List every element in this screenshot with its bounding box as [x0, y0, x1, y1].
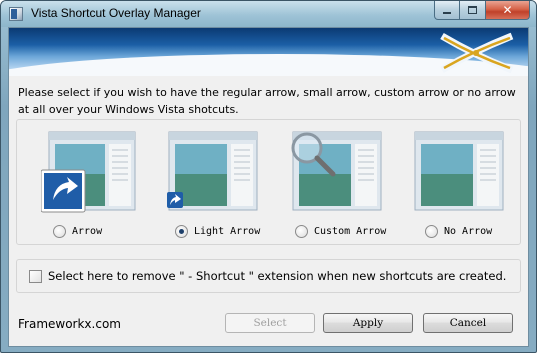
maximize-button[interactable]: [460, 1, 486, 20]
dialog-client: Please select if you wish to have the re…: [8, 27, 529, 347]
overlay-options-group: Arrow Light Arrow Custom Arrow No Arrow: [16, 119, 521, 245]
cancel-button[interactable]: Cancel: [423, 313, 513, 333]
minimize-icon: [443, 12, 451, 14]
title-bar[interactable]: Vista Shortcut Overlay Manager ✕: [1, 1, 536, 27]
option-arrow-label: Arrow: [72, 225, 103, 237]
no-arrow-preview-image: [414, 131, 504, 211]
option-custom-arrow-row: Custom Arrow: [295, 223, 415, 239]
custom-arrow-preview-image: [291, 131, 382, 211]
remove-extension-label[interactable]: Select here to remove " - Shortcut " ext…: [48, 269, 506, 283]
maximize-icon: [468, 6, 477, 14]
remove-extension-group: Select here to remove " - Shortcut " ext…: [16, 259, 521, 293]
radio-light-arrow[interactable]: [175, 224, 188, 238]
apply-button[interactable]: Apply: [323, 313, 413, 333]
remove-extension-checkbox[interactable]: [29, 270, 42, 283]
option-custom-arrow[interactable]: Custom Arrow: [289, 130, 386, 240]
instructions-text: Please select if you wish to have the re…: [18, 86, 516, 116]
app-icon[interactable]: [9, 7, 23, 21]
option-light-arrow[interactable]: Light Arrow: [165, 130, 261, 240]
caption-buttons: ✕: [434, 1, 530, 21]
window-title: Vista Shortcut Overlay Manager: [31, 6, 201, 20]
frameworkx-logo-icon: [440, 32, 514, 74]
option-custom-arrow-label: Custom Arrow: [314, 225, 387, 237]
close-button[interactable]: ✕: [486, 1, 530, 20]
minimize-button[interactable]: [434, 1, 460, 20]
brand-link: Frameworkx.com: [18, 317, 121, 331]
option-no-arrow-row: No Arrow: [425, 223, 536, 239]
option-no-arrow[interactable]: No Arrow: [411, 130, 507, 240]
header-banner: [9, 28, 528, 76]
light-arrow-preview-image: [167, 131, 258, 211]
close-icon: ✕: [502, 3, 513, 17]
option-arrow[interactable]: Arrow: [41, 130, 137, 240]
option-no-arrow-label: No Arrow: [444, 225, 493, 237]
radio-arrow[interactable]: [53, 224, 66, 238]
option-arrow-row: Arrow: [53, 223, 173, 239]
option-light-arrow-label: Light Arrow: [194, 225, 261, 237]
arrow-preview-image: [41, 131, 136, 213]
option-light-arrow-row: Light Arrow: [175, 223, 295, 239]
radio-custom-arrow[interactable]: [295, 224, 308, 238]
radio-no-arrow[interactable]: [425, 224, 438, 238]
select-button[interactable]: Select: [225, 313, 315, 333]
app-window: Vista Shortcut Overlay Manager ✕ Please …: [0, 0, 537, 353]
